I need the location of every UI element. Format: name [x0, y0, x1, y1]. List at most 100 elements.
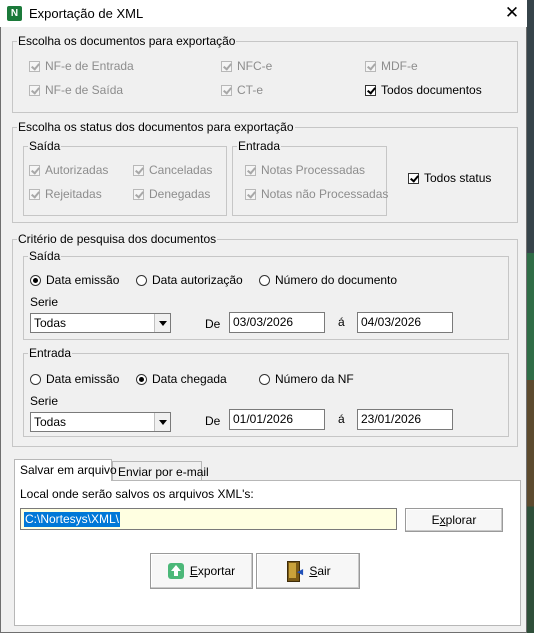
explorar-suffix: plorar: [445, 513, 477, 527]
nfce-label: NFC-e: [237, 59, 273, 73]
status-entrada-group: Entrada: [232, 140, 387, 216]
entrada-serie-value: Todas: [34, 415, 67, 429]
exportar-accel-key: E: [189, 564, 198, 578]
exportar-button[interactable]: Exportar: [150, 553, 253, 589]
entrada-de-label: De: [205, 414, 221, 428]
notas-processadas-checkbox[interactable]: Notas Processadas: [245, 163, 365, 177]
todos-status-checkbox[interactable]: Todos status: [408, 171, 491, 185]
autorizadas-checkbox[interactable]: Autorizadas: [29, 163, 108, 177]
exportar-suffix: xportar: [197, 564, 236, 578]
nfe-saida-label: NF-e de Saída: [45, 83, 124, 97]
canceladas-label: Canceladas: [149, 163, 213, 177]
nfce-checkbox[interactable]: NFC-e: [221, 59, 272, 73]
tab-enviar-por-email[interactable]: Enviar por e-mail: [112, 461, 209, 481]
checkbox-box[interactable]: [29, 60, 40, 72]
checkbox-box[interactable]: [133, 188, 144, 200]
criterio-entrada-legend: Entrada: [29, 346, 72, 360]
entrada-date-to-input[interactable]: 23/01/2026: [357, 409, 453, 430]
denegadas-label: Denegadas: [149, 187, 211, 201]
chevron-down-icon[interactable]: [154, 413, 170, 431]
nfe-saida-checkbox[interactable]: NF-e de Saída: [29, 83, 123, 97]
documents-group: Escolha os documentos para exportação: [12, 35, 518, 113]
autorizadas-label: Autorizadas: [45, 163, 109, 177]
window-title: Exportação de XML: [29, 6, 144, 21]
radio-circle[interactable]: [136, 373, 147, 385]
saida-a-label: á: [338, 315, 345, 329]
path-input[interactable]: C:\Nortesys\XML\: [20, 508, 397, 530]
entrada-serie-label: Serie: [30, 394, 59, 408]
entrada-serie-select[interactable]: Todas: [30, 412, 171, 432]
cte-label: CT-e: [237, 83, 264, 97]
exportar-label: Exportar: [190, 564, 235, 578]
saida-serie-value: Todas: [34, 316, 67, 330]
notas-processadas-label: Notas Processadas: [261, 163, 366, 177]
entrada-numero-nf-radio[interactable]: Número da NF: [259, 372, 354, 386]
checkbox-box[interactable]: [29, 164, 40, 176]
radio-circle[interactable]: [136, 274, 147, 286]
explorar-button[interactable]: Explorar: [405, 508, 503, 532]
todos-status-label: Todos status: [424, 171, 492, 185]
close-icon[interactable]: ✕: [500, 2, 524, 24]
status-group-legend: Escolha os status dos documentos para ex…: [18, 120, 294, 134]
status-saida-legend: Saída: [29, 139, 61, 153]
title-bar: N Exportação de XML ✕: [0, 0, 527, 27]
saida-numero-documento-radio[interactable]: Número do documento: [259, 273, 397, 287]
entrada-a-label: á: [338, 412, 345, 426]
checkbox-box[interactable]: [408, 172, 419, 184]
background-window-strip: [527, 0, 534, 633]
saida-date-to-input[interactable]: 04/03/2026: [357, 312, 453, 333]
tab-salvar-em-arquivo[interactable]: Salvar em arquivo: [14, 459, 117, 481]
criterio-saida-legend: Saída: [29, 249, 61, 263]
checkbox-box[interactable]: [245, 164, 256, 176]
mdfe-checkbox[interactable]: MDF-e: [365, 59, 418, 73]
saida-date-from-input[interactable]: 03/03/2026: [229, 312, 325, 333]
entrada-data-emissao-radio[interactable]: Data emissão: [30, 372, 119, 386]
radio-circle[interactable]: [259, 373, 270, 385]
door-arrow: ◂: [297, 566, 303, 578]
sair-label: Sair: [309, 564, 330, 578]
checkbox-box[interactable]: [245, 188, 256, 200]
saida-data-emissao-label: Data emissão: [46, 273, 120, 287]
checkbox-box[interactable]: [29, 188, 40, 200]
todos-documentos-checkbox[interactable]: Todos documentos: [365, 83, 482, 97]
checkbox-box[interactable]: [221, 60, 232, 72]
radio-circle[interactable]: [30, 373, 41, 385]
chevron-down-icon[interactable]: [154, 314, 170, 332]
app-logo-icon: N: [7, 6, 22, 21]
checkbox-box[interactable]: [221, 84, 232, 96]
sair-button[interactable]: ◂ Sair: [256, 553, 360, 589]
saida-data-emissao-radio[interactable]: Data emissão: [30, 273, 119, 287]
rejeitadas-checkbox[interactable]: Rejeitadas: [29, 187, 102, 201]
saida-serie-label: Serie: [30, 295, 59, 309]
status-entrada-legend: Entrada: [238, 139, 281, 153]
criterio-group-legend: Critério de pesquisa dos documentos: [18, 232, 217, 246]
saida-numero-documento-label: Número do documento: [275, 273, 398, 287]
checkbox-box[interactable]: [29, 84, 40, 96]
nfe-entrada-label: NF-e de Entrada: [45, 59, 134, 73]
saida-de-label: De: [205, 317, 221, 331]
path-selected-text: C:\Nortesys\XML\: [24, 512, 121, 527]
cte-checkbox[interactable]: CT-e: [221, 83, 263, 97]
nfe-entrada-checkbox[interactable]: NF-e de Entrada: [29, 59, 134, 73]
notas-nao-processadas-checkbox[interactable]: Notas não Processadas: [245, 187, 388, 201]
local-label: Local onde serão salvos os arquivos XML'…: [20, 487, 254, 501]
radio-circle[interactable]: [30, 274, 41, 286]
sair-suffix: air: [317, 564, 331, 578]
door-leaf: [289, 563, 297, 578]
saida-serie-select[interactable]: Todas: [30, 313, 171, 333]
upload-arrow-icon: [167, 563, 184, 579]
entrada-data-emissao-label: Data emissão: [46, 372, 120, 386]
checkbox-box[interactable]: [365, 84, 376, 96]
explorar-prefix: E: [431, 513, 440, 527]
saida-data-autorizacao-radio[interactable]: Data autorização: [136, 273, 243, 287]
radio-circle[interactable]: [259, 274, 270, 286]
checkbox-box[interactable]: [133, 164, 144, 176]
canceladas-checkbox[interactable]: Canceladas: [133, 163, 212, 177]
entrada-data-chegada-radio[interactable]: Data chegada: [136, 372, 227, 386]
checkbox-box[interactable]: [365, 60, 376, 72]
entrada-date-from-input[interactable]: 01/01/2026: [229, 409, 325, 430]
denegadas-checkbox[interactable]: Denegadas: [133, 187, 210, 201]
saida-data-autorizacao-label: Data autorização: [152, 273, 243, 287]
mdfe-label: MDF-e: [381, 59, 418, 73]
notas-nao-processadas-label: Notas não Processadas: [261, 187, 389, 201]
